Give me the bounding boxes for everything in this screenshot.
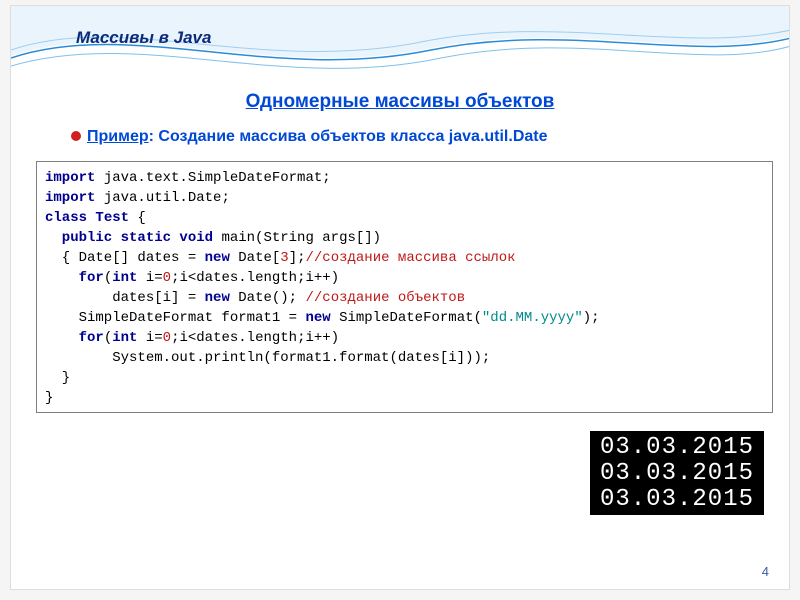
code-block: import java.text.SimpleDateFormat; impor… [36,161,773,413]
output-line: 03.03.2015 [600,461,754,487]
output-line: 03.03.2015 [600,435,754,461]
example-text: Создание массива объектов класса java.ut… [158,128,547,145]
console-output: 03.03.2015 03.03.2015 03.03.2015 [590,431,764,515]
example-line: Пример: Создание массива объектов класса… [71,128,548,146]
page-number: 4 [762,564,769,579]
bullet-icon [71,131,81,141]
example-label: Пример [87,128,149,145]
output-line: 03.03.2015 [600,487,754,513]
example-colon: : [149,128,159,145]
slide-title: Массивы в Java [76,28,211,48]
slide: Массивы в Java Одномерные массивы объект… [10,5,790,590]
section-title: Одномерные массивы объектов [11,91,789,113]
